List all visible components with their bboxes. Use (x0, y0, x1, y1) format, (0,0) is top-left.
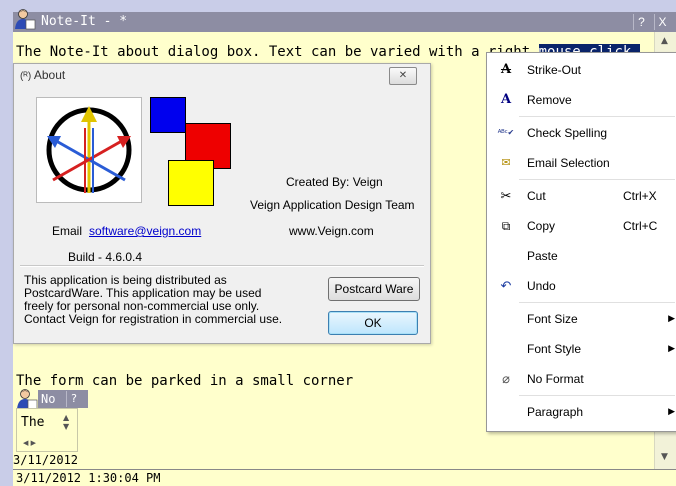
menu-item-undo[interactable]: ↶ Undo (487, 271, 676, 301)
build-version: Build - 4.6.0.4 (68, 250, 143, 264)
about-close-button[interactable]: ✕ (389, 67, 417, 85)
menu-item-label: Remove (527, 93, 572, 107)
scroll-up-icon[interactable]: ▲ (661, 36, 668, 46)
yellow-square (168, 160, 214, 206)
person-icon (17, 389, 38, 410)
status-timestamp: 3/11/2012 1:30:04 PM (16, 471, 161, 485)
spellcheck-icon: ᴬᴮᶜ✔ (497, 128, 515, 137)
email-link[interactable]: software@veign.com (89, 224, 201, 238)
cut-shortcut: Ctrl+X (623, 189, 657, 203)
menu-item-email-selection[interactable]: ✉ Email Selection (487, 148, 676, 178)
menu-item-font-size[interactable]: Font Size ▶ (487, 304, 676, 334)
mini-hscroll-icon[interactable]: ◀ ▶ (23, 439, 36, 447)
menu-item-label: No Format (527, 372, 584, 386)
veign-logo (36, 97, 142, 203)
menu-separator (519, 116, 675, 117)
menu-item-paragraph[interactable]: Paragraph ▶ (487, 397, 676, 427)
menu-item-no-format[interactable]: ⌀ No Format (487, 364, 676, 394)
email-label: Email (52, 224, 83, 238)
mini-note-text: The (21, 415, 45, 430)
scroll-down-icon[interactable]: ▼ (661, 452, 668, 462)
undo-icon: ↶ (500, 278, 512, 293)
email-icon: ✉ (501, 157, 511, 169)
menu-item-label: Font Size (527, 312, 578, 326)
status-bar: 3/11/2012 1:30:04 PM (13, 469, 676, 486)
note-line-2: The form can be parked in a small corner (16, 373, 354, 389)
menu-item-label: Paste (527, 249, 558, 263)
website-text: www.Veign.com (289, 224, 374, 238)
copy-shortcut: Ctrl+C (623, 219, 658, 233)
eraser-icon: ⌀ (502, 371, 510, 386)
menu-item-remove[interactable]: A Remove (487, 85, 676, 115)
font-a-icon: A (500, 92, 512, 107)
about-title-text: About (33, 68, 66, 82)
ok-button[interactable]: OK (328, 311, 418, 335)
menu-item-strike-out[interactable]: A Strike-Out (487, 55, 676, 85)
menu-item-label: Cut (527, 189, 546, 203)
window-title: Note-It - * (41, 14, 128, 29)
mini-help-button[interactable]: ? (66, 391, 81, 407)
menu-item-check-spelling[interactable]: ᴬᴮᶜ✔ Check Spelling (487, 118, 676, 148)
radio-icon: (ᴿ) (20, 71, 32, 82)
menu-item-label: Undo (527, 279, 556, 293)
submenu-arrow-icon: ▶ (668, 406, 675, 416)
team-name: Veign Application Design Team (250, 198, 415, 212)
postcard-ware-button[interactable]: Postcard Ware (328, 277, 420, 301)
help-button[interactable]: ? (633, 14, 649, 30)
note-line-1-text: The Note-It about dialog box. Text can b… (16, 44, 539, 60)
context-menu: A Strike-Out A Remove ᴬᴮᶜ✔ Check Spellin… (486, 52, 676, 432)
about-title: (ᴿ) About (20, 68, 65, 82)
menu-item-label: Strike-Out (527, 63, 582, 77)
created-by: Created By: Veign (286, 175, 383, 189)
mini-note-body[interactable]: The ▲ ▼ ◀ ▶ (16, 408, 78, 452)
person-icon (15, 9, 36, 30)
about-body: Created By: Veign Veign Application Desi… (22, 88, 424, 266)
menu-item-label: Font Style (527, 342, 582, 356)
about-dialog: (ᴿ) About ✕ Created By: Veign Veign Appl… (13, 63, 431, 344)
menu-item-label: Paragraph (527, 405, 584, 419)
menu-item-label: Email Selection (527, 156, 610, 170)
menu-separator (519, 179, 675, 180)
title-bar[interactable]: Note-It - * ? X (13, 12, 676, 32)
menu-item-label: Check Spelling (527, 126, 608, 140)
mini-note-title-bar[interactable]: No ? (38, 390, 88, 408)
menu-separator (519, 302, 675, 303)
close-button[interactable]: X (654, 14, 670, 30)
mini-note-stamp: 3/11/2012 (13, 453, 79, 467)
submenu-arrow-icon: ▶ (668, 343, 675, 353)
submenu-arrow-icon: ▶ (668, 313, 675, 323)
logo-emblem-icon (46, 106, 132, 193)
strikeout-icon: A (500, 62, 512, 77)
note-it-app: Note-It - * ? X ▲ ▼ The Note-It about di… (0, 0, 676, 486)
mini-note-title: No (41, 392, 56, 406)
menu-separator (519, 395, 675, 396)
menu-item-copy[interactable]: ⧉ Copy Ctrl+C (487, 211, 676, 241)
menu-item-font-style[interactable]: Font Style ▶ (487, 334, 676, 364)
dialog-divider (20, 265, 424, 267)
mini-scroll-icon[interactable]: ▲ ▼ (63, 413, 69, 431)
menu-item-paste[interactable]: Paste (487, 241, 676, 271)
license-info: This application is being distributed as… (24, 273, 283, 326)
copy-icon: ⧉ (501, 219, 511, 233)
menu-item-label: Copy (527, 219, 556, 233)
blue-square (150, 97, 186, 133)
scissors-icon: ✂ (500, 188, 512, 203)
menu-item-cut[interactable]: ✂ Cut Ctrl+X (487, 181, 676, 211)
